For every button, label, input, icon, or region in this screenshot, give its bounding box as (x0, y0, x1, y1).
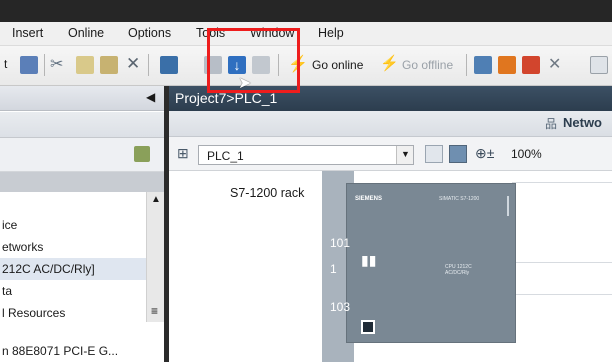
add-device-icon[interactable] (134, 146, 150, 162)
tree-item-selected[interactable]: 212C AC/DC/Rly] (0, 258, 146, 280)
tab-network-view[interactable]: Netwo (563, 115, 602, 130)
menu-bar: Insert Online Options Tools Window Help (0, 22, 612, 46)
tree-item[interactable]: l Resources (0, 302, 146, 324)
go-offline-button[interactable]: Go offline (402, 58, 453, 72)
module-model-line: SIMATIC S7-1200 (439, 196, 480, 202)
go-online-button[interactable]: Go online (312, 58, 363, 72)
device-tree-icon[interactable]: ⊞ (177, 145, 193, 161)
main-toolbar: t ✂ ✕ ↓ ⚡ Go online ⚡ Go offline ✕ (0, 46, 612, 86)
chevron-down-icon[interactable]: ▼ (396, 146, 413, 164)
accessible-devices-icon[interactable] (474, 56, 492, 74)
tree-item[interactable]: ta (0, 280, 146, 302)
download-highlight-box (207, 28, 300, 93)
project-tree-toolbar (0, 138, 164, 172)
network-view-icon[interactable]: 品 (545, 115, 559, 131)
scroll-up-icon[interactable]: ▲ (151, 194, 161, 205)
cross-icon[interactable]: ✕ (548, 54, 566, 73)
menu-options[interactable]: Options (128, 26, 171, 40)
zoom-icon[interactable]: ⊕± (475, 145, 494, 162)
copy-icon[interactable] (76, 56, 94, 74)
stop-cpu-icon[interactable] (522, 56, 540, 74)
project-tree-subheader (0, 112, 164, 138)
slot-label: 103 (330, 300, 351, 314)
slot-label: 101 (330, 236, 351, 250)
project-tree-group-header (0, 172, 164, 192)
grid-icon[interactable] (425, 145, 443, 163)
plc-module[interactable]: SIEMENS SIMATIC S7-1200 ▮▮ CPU 1212C AC/… (346, 183, 516, 343)
delete-icon[interactable]: ✕ (126, 54, 144, 73)
toolbar-separator (44, 54, 45, 76)
mouse-cursor-icon: ➤ (238, 75, 252, 92)
menu-help[interactable]: Help (318, 26, 344, 40)
toolbar-edge-icon[interactable]: t (4, 57, 7, 71)
project-tree-scrollbar[interactable]: ▲ ≡ (146, 192, 164, 322)
module-status-bar (507, 196, 509, 216)
tree-item[interactable]: ice (0, 214, 146, 236)
toolbar-separator (148, 54, 149, 76)
split-icon[interactable] (590, 56, 608, 74)
rack-label: S7-1200 rack (230, 186, 305, 200)
menu-insert[interactable]: Insert (12, 26, 43, 40)
device-select[interactable]: PLC_1 (198, 145, 414, 165)
module-brand: SIEMENS (355, 196, 383, 202)
collapse-icon[interactable]: ◀ (146, 90, 155, 104)
project-tree-header: ◀ (0, 86, 164, 111)
tree-item[interactable]: etworks (0, 236, 146, 258)
module-cpu-line2: AC/DC/Rly (445, 270, 470, 276)
scroll-grip-icon[interactable]: ≡ (151, 304, 158, 318)
rack-slot-line (512, 294, 612, 295)
module-io-icon: ▮▮ (361, 252, 377, 268)
rack-slot-line (512, 182, 612, 183)
print-icon[interactable] (20, 56, 38, 74)
title-bar (0, 0, 612, 22)
editor-tab-bar: 品 Netwo (169, 111, 612, 137)
module-view-icon[interactable] (449, 145, 467, 163)
compile-icon[interactable] (160, 56, 178, 74)
tree-item-network-card[interactable]: n 88E8071 PCI-E G... (0, 340, 164, 362)
toolbar-separator (466, 54, 467, 76)
go-offline-icon[interactable]: ⚡ (380, 54, 399, 72)
menu-online[interactable]: Online (68, 26, 104, 40)
module-port-icon (361, 320, 375, 334)
rack-slot-line (512, 262, 612, 263)
slot-label: 1 (330, 262, 337, 276)
start-cpu-icon[interactable] (498, 56, 516, 74)
paste-icon[interactable] (100, 56, 118, 74)
zoom-level[interactable]: 100% (511, 147, 542, 161)
cut-icon[interactable]: ✂ (50, 54, 68, 73)
